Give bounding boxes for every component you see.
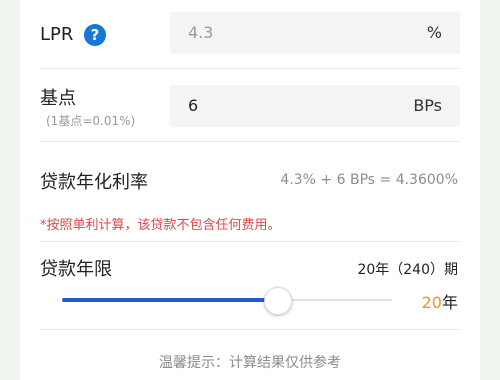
divider	[40, 329, 460, 330]
loan-years-value: 20	[421, 293, 442, 312]
calculation-tip: 温馨提示：计算结果仅供参考	[159, 355, 341, 371]
basis-label: 基点	[40, 88, 76, 109]
loan-term-summary: 20年（240）期	[357, 262, 458, 278]
basis-unit: BPs	[413, 96, 442, 115]
divider	[40, 141, 460, 142]
basis-points-input[interactable]: 6 BPs	[170, 85, 460, 127]
loan-years-display: 20年	[422, 289, 458, 313]
divider	[40, 241, 460, 242]
basis-input-value: 6	[188, 96, 199, 115]
basis-sublabel: (1基点=0.01%)	[46, 114, 136, 128]
question-icon[interactable]: ?	[84, 24, 106, 46]
lpr-input-value: 4.3	[188, 23, 214, 42]
divider	[40, 68, 460, 69]
loan-years-unit: 年	[441, 293, 458, 312]
loan-term-slider[interactable]	[62, 287, 392, 315]
slider-fill	[62, 298, 277, 302]
annual-rate-label: 贷款年化利率	[40, 172, 148, 193]
loan-term-label: 贷款年限	[40, 259, 112, 280]
slider-thumb[interactable]	[264, 287, 292, 315]
simple-interest-note: *按照单利计算，该贷款不包含任何费用。	[40, 218, 281, 233]
lpr-label: LPR	[40, 24, 74, 45]
annual-rate-value: 4.3% + 6 BPs = 4.3600%	[280, 172, 458, 188]
loan-calculator-card: LPR ? 4.3 % 基点 (1基点=0.01%) 6 BPs 贷款年化利率 …	[20, 0, 480, 380]
lpr-unit: %	[426, 23, 442, 42]
lpr-input[interactable]: 4.3 %	[170, 12, 460, 54]
